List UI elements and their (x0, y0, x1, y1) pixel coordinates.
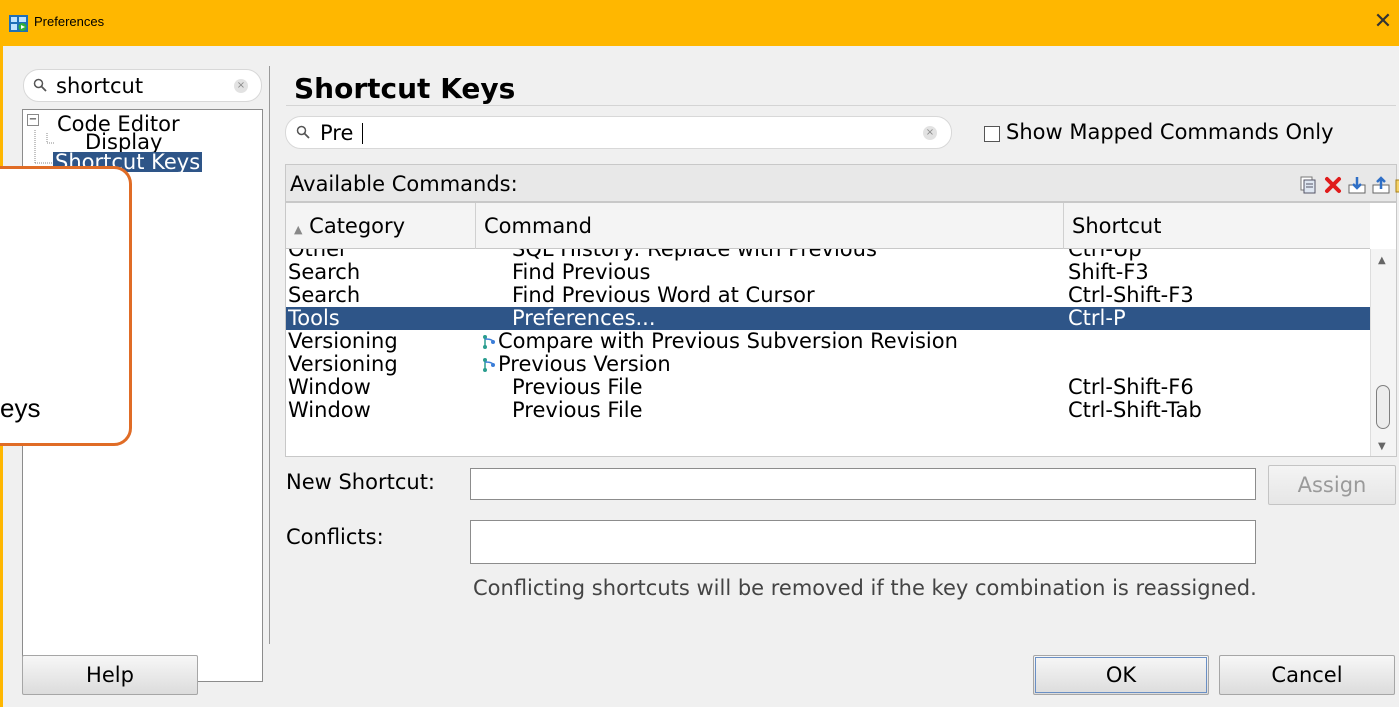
tree-item-display[interactable]: Display (85, 132, 162, 153)
search-input[interactable]: shortcut (56, 74, 143, 98)
table-row-selected[interactable]: Tools Preferences... Ctrl-P (286, 307, 1370, 330)
column-category[interactable]: ▲ Category (286, 203, 476, 249)
import-icon[interactable] (1348, 176, 1366, 194)
show-mapped-checkbox[interactable] (984, 126, 1000, 142)
table-header: ▲ Category Command Shortcut (286, 203, 1370, 249)
search-icon (296, 125, 310, 139)
sort-ascending-icon: ▲ (294, 223, 303, 236)
help-button[interactable]: Help (22, 655, 198, 695)
collapse-icon[interactable]: − (27, 114, 39, 126)
annotation-text: eys (0, 393, 41, 423)
column-command[interactable]: Command (476, 203, 1064, 249)
new-shortcut-label: New Shortcut: (286, 470, 435, 494)
column-shortcut[interactable]: Shortcut (1064, 203, 1370, 249)
page-title: Shortcut Keys (294, 72, 516, 105)
assign-button[interactable]: Assign (1268, 465, 1396, 505)
ok-button[interactable]: OK (1033, 655, 1209, 695)
title-bar: Preferences ✕ (0, 0, 1399, 46)
new-shortcut-field[interactable] (470, 468, 1256, 500)
close-icon[interactable]: ✕ (1371, 9, 1395, 35)
commands-table: ▲ Category Command Shortcut Other SQL Hi… (285, 202, 1397, 457)
version-icon (483, 335, 495, 349)
clear-filter-icon[interactable]: × (923, 126, 937, 140)
table-row[interactable]: Search Find Previous Shift-F3 (286, 261, 1370, 284)
table-row[interactable]: Search Find Previous Word at Cursor Ctrl… (286, 284, 1370, 307)
table-body: Other SQL History: Replace with Previous… (286, 249, 1370, 456)
preferences-dialog: shortcut × − Code Editor Display Shortcu… (0, 46, 1399, 707)
window-title: Preferences (34, 14, 105, 29)
preferences-app-icon (9, 15, 28, 32)
commands-filter[interactable]: Pre × (285, 116, 952, 149)
vertical-scrollbar[interactable]: ▲ ▼ (1370, 249, 1396, 456)
show-mapped-label[interactable]: Show Mapped Commands Only (1006, 120, 1334, 144)
conflicts-field (470, 520, 1256, 564)
cancel-button[interactable]: Cancel (1219, 655, 1395, 695)
copy-icon[interactable] (1299, 176, 1317, 194)
table-row[interactable]: Versioning Previous Version (286, 353, 1370, 376)
scrollbar-thumb[interactable] (1376, 385, 1390, 429)
scroll-up-icon[interactable]: ▲ (1378, 255, 1386, 266)
panel-divider[interactable] (269, 66, 270, 644)
export-icon[interactable] (1372, 176, 1390, 194)
clear-search-icon[interactable]: × (234, 79, 248, 93)
available-commands-bar: Available Commands: (285, 164, 1399, 202)
table-row[interactable]: Window Previous File Ctrl-Shift-F6 (286, 376, 1370, 399)
title-separator (286, 105, 1396, 106)
version-icon (483, 358, 495, 372)
scroll-down-icon[interactable]: ▼ (1378, 441, 1386, 452)
table-row[interactable]: Other SQL History: Replace with Previous… (286, 249, 1370, 261)
delete-icon[interactable] (1324, 176, 1342, 194)
table-row[interactable]: Versioning Compare with Previous Subvers… (286, 330, 1370, 353)
filter-input[interactable]: Pre (320, 121, 353, 145)
available-commands-label: Available Commands: (290, 172, 518, 196)
open-folder-icon[interactable] (1395, 176, 1399, 194)
conflicts-label: Conflicts: (286, 525, 384, 549)
table-row[interactable]: Window Previous File Ctrl-Shift-Tab (286, 399, 1370, 422)
search-icon (33, 78, 47, 92)
preferences-search[interactable]: shortcut × (23, 69, 262, 102)
text-cursor (362, 123, 363, 144)
conflicts-note: Conflicting shortcuts will be removed if… (473, 576, 1257, 600)
